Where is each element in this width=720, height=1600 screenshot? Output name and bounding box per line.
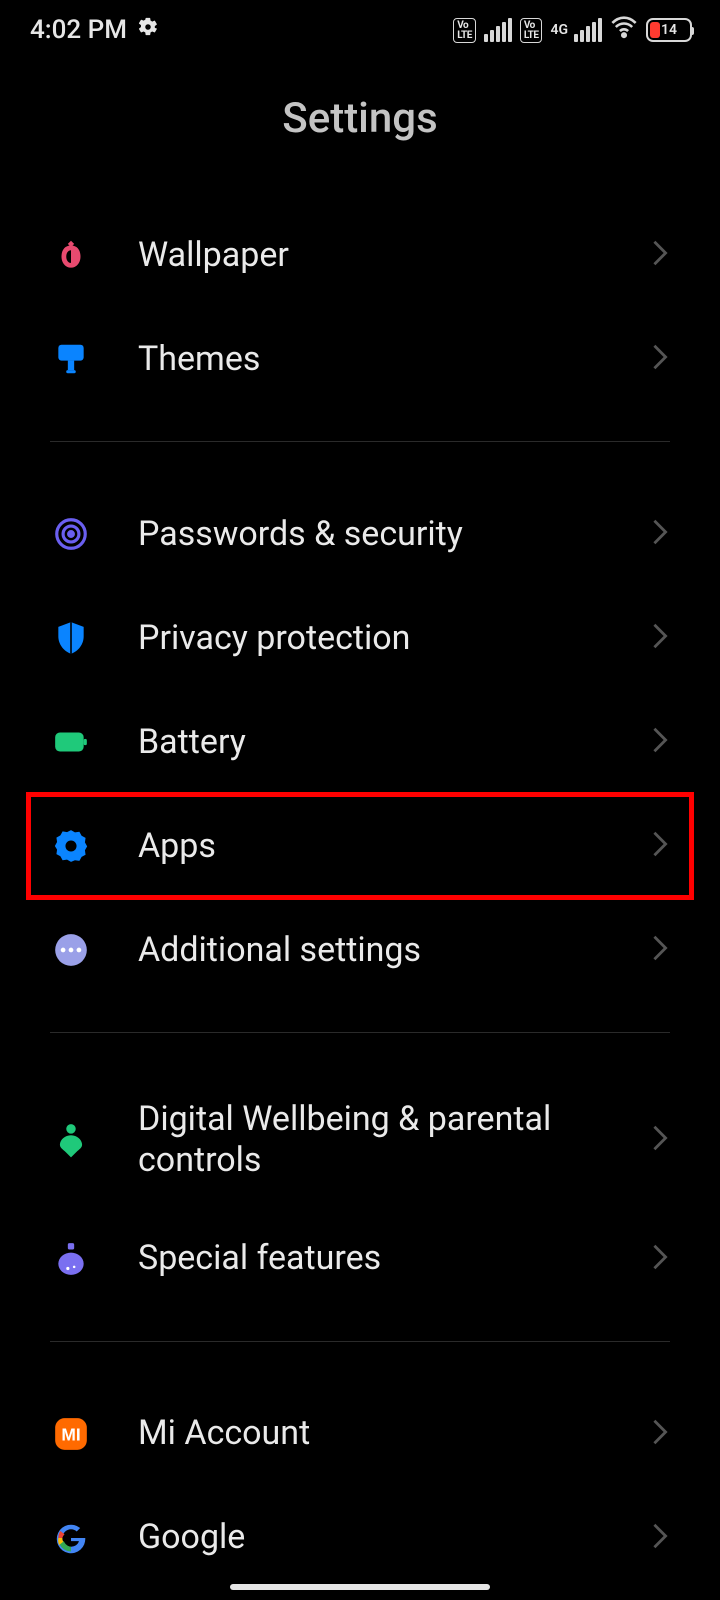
- chevron-right-icon: [650, 830, 670, 862]
- gesture-bar: [230, 1584, 490, 1590]
- settings-item-additional-settings[interactable]: Additional settings: [0, 898, 720, 1002]
- settings-item-label: Additional settings: [138, 930, 650, 971]
- page-title: Settings: [0, 60, 720, 203]
- signal-icon: [574, 18, 602, 42]
- fingerprint-icon: [50, 513, 92, 555]
- flask-icon: [50, 1238, 92, 1280]
- chevron-right-icon: [650, 1243, 670, 1275]
- settings-item-google[interactable]: Google: [0, 1486, 720, 1590]
- chevron-right-icon: [650, 239, 670, 271]
- settings-item-apps[interactable]: Apps: [28, 794, 692, 898]
- chevron-right-icon: [650, 1124, 670, 1156]
- flower-icon: [50, 234, 92, 276]
- status-left: 4:02 PM: [30, 15, 159, 45]
- settings-item-label: Mi Account: [138, 1413, 650, 1454]
- signal-icon: [484, 18, 512, 42]
- chevron-right-icon: [650, 1418, 670, 1450]
- settings-item-themes[interactable]: Themes: [0, 307, 720, 411]
- section-wellbeing: Digital Wellbeing & parental controls Sp…: [0, 1073, 720, 1311]
- google-logo-icon: [50, 1517, 92, 1559]
- volte-icon: VoLTE: [453, 18, 476, 43]
- settings-item-label: Privacy protection: [138, 618, 650, 659]
- svg-text:MI: MI: [61, 1424, 80, 1444]
- settings-item-label: Google: [138, 1517, 650, 1558]
- gear-icon: [50, 825, 92, 867]
- chevron-right-icon: [650, 343, 670, 375]
- clock: 4:02 PM: [30, 15, 127, 45]
- status-bar: 4:02 PM VoLTE VoLTE 4G 14: [0, 0, 720, 60]
- settings-item-label: Apps: [138, 826, 650, 867]
- mi-logo-icon: MI: [50, 1413, 92, 1455]
- battery-icon: 14: [646, 18, 692, 42]
- settings-item-wallpaper[interactable]: Wallpaper: [0, 203, 720, 307]
- shield-icon: [50, 617, 92, 659]
- section-accounts: MI Mi Account Google: [0, 1382, 720, 1590]
- chevron-right-icon: [650, 518, 670, 550]
- settings-item-label: Special features: [138, 1238, 650, 1279]
- settings-item-label: Themes: [138, 339, 650, 380]
- chevron-right-icon: [650, 622, 670, 654]
- settings-item-privacy-protection[interactable]: Privacy protection: [0, 586, 720, 690]
- settings-item-label: Wallpaper: [138, 235, 650, 276]
- more-icon: [50, 929, 92, 971]
- person-heart-icon: [50, 1119, 92, 1161]
- chevron-right-icon: [650, 934, 670, 966]
- wifi-icon: [610, 13, 638, 48]
- settings-item-battery[interactable]: Battery: [0, 690, 720, 794]
- settings-item-label: Passwords & security: [138, 514, 650, 555]
- settings-item-passwords-security[interactable]: Passwords & security: [0, 482, 720, 586]
- volte-icon: VoLTE: [520, 18, 543, 43]
- settings-item-digital-wellbeing[interactable]: Digital Wellbeing & parental controls: [0, 1073, 720, 1207]
- brush-icon: [50, 338, 92, 380]
- battery-percent: 14: [648, 22, 690, 38]
- divider: [50, 1032, 670, 1033]
- gear-icon: [137, 15, 159, 45]
- chevron-right-icon: [650, 1522, 670, 1554]
- chevron-right-icon: [650, 726, 670, 758]
- settings-item-mi-account[interactable]: MI Mi Account: [0, 1382, 720, 1486]
- settings-item-special-features[interactable]: Special features: [0, 1207, 720, 1311]
- settings-item-label: Battery: [138, 722, 650, 763]
- section-appearance: Wallpaper Themes: [0, 203, 720, 411]
- network-type: 4G: [550, 22, 568, 38]
- battery-icon: [50, 721, 92, 763]
- section-system: Passwords & security Privacy protection …: [0, 482, 720, 1002]
- status-right: VoLTE VoLTE 4G 14: [453, 13, 692, 48]
- divider: [50, 441, 670, 442]
- settings-item-label: Digital Wellbeing & parental controls: [138, 1099, 650, 1181]
- divider: [50, 1341, 670, 1342]
